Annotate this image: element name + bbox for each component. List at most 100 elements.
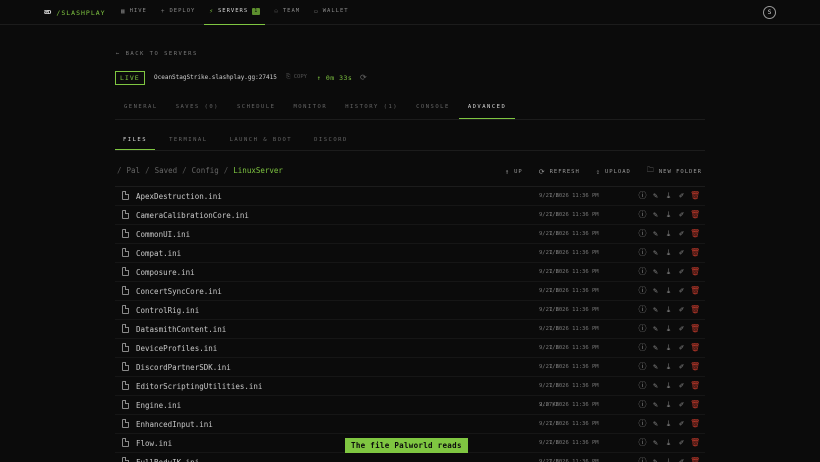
delete-icon[interactable]: 🗑: [690, 380, 700, 391]
info-icon[interactable]: ⓘ: [638, 418, 647, 429]
edit-icon[interactable]: ✎: [651, 342, 660, 353]
rename-icon[interactable]: ✐: [677, 247, 686, 258]
nav-item-servers[interactable]: ⚡ SERVERS 1: [204, 0, 266, 25]
table-row[interactable]: EditorScriptingUtilities.ini 1 B 9/27/2026…: [115, 377, 705, 396]
rename-icon[interactable]: ✐: [677, 304, 686, 315]
rename-icon[interactable]: ✐: [677, 285, 686, 296]
nav-item-deploy[interactable]: + DEPLOY: [156, 0, 201, 25]
copy-address-button[interactable]: ⎘ COPY: [286, 74, 307, 81]
file-name[interactable]: Composure.ini: [136, 268, 195, 277]
file-name[interactable]: Flow.ini: [136, 439, 172, 448]
download-icon[interactable]: ⤓: [664, 228, 673, 239]
download-icon[interactable]: ⤓: [664, 304, 673, 315]
delete-icon[interactable]: 🗑: [690, 418, 700, 429]
info-icon[interactable]: ⓘ: [638, 209, 647, 220]
subtab-files[interactable]: FILES: [115, 131, 156, 150]
info-icon[interactable]: ⓘ: [638, 437, 647, 448]
edit-icon[interactable]: ✎: [651, 399, 660, 410]
table-row[interactable]: EnhancedInput.ini 1 B 9/27/2026 11:36 PM ⓘ ✎…: [115, 415, 705, 434]
edit-icon[interactable]: ✎: [651, 361, 660, 372]
table-row[interactable]: ApexDestruction.ini 1 B 9/27/2026 11:36 PM…: [115, 187, 705, 206]
info-icon[interactable]: ⓘ: [638, 228, 647, 239]
table-row[interactable]: DeviceProfiles.ini 1 B 9/27/2026 11:36 PM ⓘ…: [115, 339, 705, 358]
tab-saves[interactable]: SAVES (0): [167, 98, 228, 119]
rename-icon[interactable]: ✐: [677, 209, 686, 220]
table-row[interactable]: CommonUI.ini 1 B 9/27/2026 11:36 PM ⓘ ✎ ⤓ ✐ 🗑: [115, 225, 705, 244]
info-icon[interactable]: ⓘ: [638, 342, 647, 353]
download-icon[interactable]: ⤓: [664, 399, 673, 410]
delete-icon[interactable]: 🗑: [690, 342, 700, 353]
file-name[interactable]: DeviceProfiles.ini: [136, 344, 217, 353]
back-to-servers-link[interactable]: ← BACK TO SERVERS: [116, 51, 198, 57]
rename-icon[interactable]: ✐: [677, 399, 686, 410]
up-button[interactable]: ↑ UP: [505, 166, 523, 177]
download-icon[interactable]: ⤓: [664, 361, 673, 372]
file-name[interactable]: ControlRig.ini: [136, 306, 199, 315]
edit-icon[interactable]: ✎: [651, 190, 660, 201]
tab-history[interactable]: HISTORY (1): [336, 98, 407, 119]
info-icon[interactable]: ⓘ: [638, 399, 647, 410]
file-name[interactable]: FullBodyIK.ini: [136, 458, 199, 462]
rename-icon[interactable]: ✐: [677, 266, 686, 277]
tab-monitor[interactable]: MONITOR: [285, 98, 337, 119]
edit-icon[interactable]: ✎: [651, 285, 660, 296]
table-row[interactable]: CameraCalibrationCore.ini 1 B 9/27/2026 11…: [115, 206, 705, 225]
new-folder-button[interactable]: 🗀 NEW FOLDER: [647, 166, 702, 177]
edit-icon[interactable]: ✎: [651, 266, 660, 277]
download-icon[interactable]: ⤓: [664, 323, 673, 334]
download-icon[interactable]: ⤓: [664, 247, 673, 258]
download-icon[interactable]: ⤓: [664, 456, 673, 462]
edit-icon[interactable]: ✎: [651, 437, 660, 448]
file-name[interactable]: EnhancedInput.ini: [136, 420, 213, 429]
download-icon[interactable]: ⤓: [664, 380, 673, 391]
delete-icon[interactable]: 🗑: [690, 209, 700, 220]
file-name[interactable]: Engine.ini: [136, 401, 181, 410]
file-name[interactable]: Compat.ini: [136, 249, 181, 258]
info-icon[interactable]: ⓘ: [638, 361, 647, 372]
delete-icon[interactable]: 🗑: [690, 399, 700, 410]
file-name[interactable]: ApexDestruction.ini: [136, 192, 222, 201]
breadcrumb-item[interactable]: Saved: [155, 166, 178, 175]
avatar[interactable]: S: [763, 6, 776, 19]
rename-icon[interactable]: ✐: [677, 418, 686, 429]
file-name[interactable]: DiscordPartnerSDK.ini: [136, 363, 231, 372]
upload-button[interactable]: ⇪ UPLOAD: [596, 166, 631, 177]
refresh-button[interactable]: ⟳ REFRESH: [539, 166, 580, 177]
brand-logo[interactable]: ᴂᴅ /SLASHPLAY: [44, 8, 106, 17]
file-name[interactable]: ConcertSyncCore.ini: [136, 287, 222, 296]
table-row[interactable]: DiscordPartnerSDK.ini 1 B 9/27/2026 11:36 …: [115, 358, 705, 377]
delete-icon[interactable]: 🗑: [690, 323, 700, 334]
breadcrumb-item[interactable]: Config: [192, 166, 219, 175]
file-name[interactable]: EditorScriptingUtilities.ini: [136, 382, 262, 391]
tab-general[interactable]: GENERAL: [115, 98, 167, 119]
info-icon[interactable]: ⓘ: [638, 190, 647, 201]
table-row[interactable]: Engine.ini 2.0 KB 9/27/2026 11:36 PM ⓘ ✎ ⤓ ✐ 🗑: [115, 396, 705, 415]
file-name[interactable]: CommonUI.ini: [136, 230, 190, 239]
rename-icon[interactable]: ✐: [677, 228, 686, 239]
file-name[interactable]: DatasmithContent.ini: [136, 325, 226, 334]
download-icon[interactable]: ⤓: [664, 209, 673, 220]
rename-icon[interactable]: ✐: [677, 361, 686, 372]
rename-icon[interactable]: ✐: [677, 456, 686, 462]
tab-advanced[interactable]: ADVANCED: [458, 98, 516, 119]
delete-icon[interactable]: 🗑: [690, 247, 700, 258]
edit-icon[interactable]: ✎: [651, 418, 660, 429]
table-row[interactable]: Compat.ini 1 B 9/27/2026 11:36 PM ⓘ ✎ ⤓ ✐ 🗑: [115, 244, 705, 263]
table-row[interactable]: FullBodyIK.ini1 B9/27/2026 11:36 PMⓘ✎⤓✐🗑: [115, 453, 705, 462]
subtab-discord[interactable]: DISCORD: [306, 131, 356, 150]
edit-icon[interactable]: ✎: [651, 209, 660, 220]
table-row[interactable]: ControlRig.ini 1 B 9/27/2026 11:36 PM ⓘ ✎ ⤓ ✐ 🗑: [115, 301, 705, 320]
refresh-status-icon[interactable]: ⟳: [360, 73, 367, 82]
info-icon[interactable]: ⓘ: [638, 323, 647, 334]
delete-icon[interactable]: 🗑: [690, 228, 700, 239]
download-icon[interactable]: ⤓: [664, 266, 673, 277]
table-row[interactable]: Composure.ini 1 B 9/27/2026 11:36 PM ⓘ ✎ ⤓ ✐ 🗑: [115, 263, 705, 282]
info-icon[interactable]: ⓘ: [638, 380, 647, 391]
breadcrumb-item[interactable]: Pal: [127, 166, 141, 175]
file-name[interactable]: CameraCalibrationCore.ini: [136, 211, 249, 220]
subtab-terminal[interactable]: TERMINAL: [161, 131, 216, 150]
table-row[interactable]: DatasmithContent.ini 1 B 9/27/2026 11:36 P…: [115, 320, 705, 339]
info-icon[interactable]: ⓘ: [638, 247, 647, 258]
info-icon[interactable]: ⓘ: [638, 304, 647, 315]
edit-icon[interactable]: ✎: [651, 380, 660, 391]
